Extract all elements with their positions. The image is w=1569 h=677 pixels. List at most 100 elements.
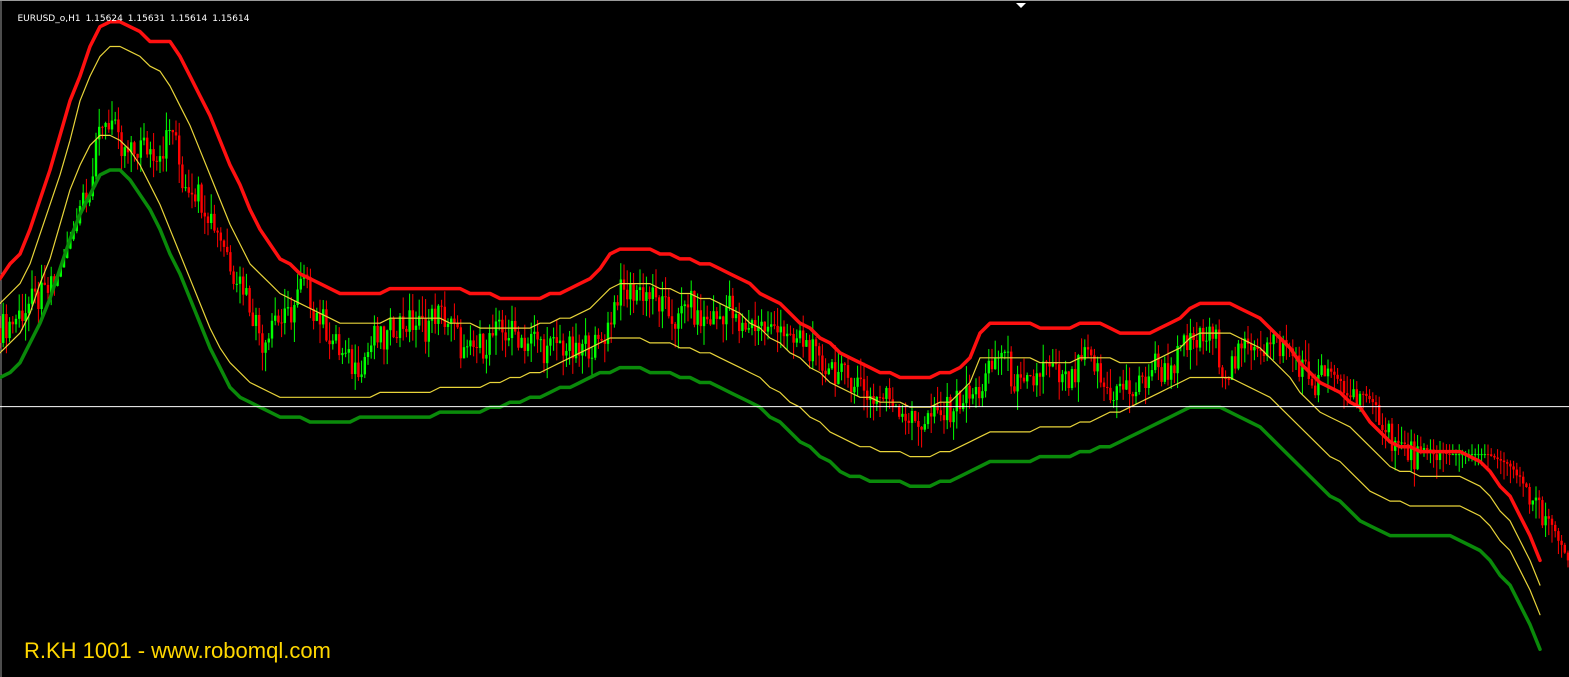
candle-body	[286, 307, 290, 309]
candle-body	[1240, 343, 1243, 349]
candle-body	[146, 137, 149, 155]
candle-body	[1141, 375, 1144, 377]
candle-body	[1198, 327, 1202, 348]
candle-body	[1195, 339, 1198, 348]
candle-body	[1502, 460, 1506, 463]
candle-body	[926, 413, 930, 425]
candle-body	[1563, 544, 1566, 553]
candle-body	[261, 333, 264, 353]
price-chart[interactable]	[0, 0, 1569, 677]
candle-body	[315, 313, 318, 321]
candle-body	[1490, 454, 1493, 456]
candle-body	[530, 333, 533, 344]
candle-body	[1214, 329, 1218, 339]
candle-body	[709, 319, 712, 325]
candle-body	[1125, 380, 1128, 390]
candle-body	[1189, 333, 1192, 351]
candle-body	[1109, 387, 1112, 401]
candle-body	[1534, 497, 1538, 501]
candle-body	[613, 302, 616, 325]
candle-body	[482, 333, 485, 359]
candle-body	[766, 326, 770, 332]
candle-body	[1029, 375, 1032, 377]
candle-body	[245, 288, 248, 295]
candle-body	[546, 345, 549, 364]
candle-body	[1032, 376, 1035, 386]
candle-body	[1358, 393, 1362, 406]
candle-body	[811, 339, 814, 362]
candle-body	[370, 345, 373, 353]
candle-body	[1499, 459, 1502, 461]
candle-body	[1512, 466, 1515, 470]
candle-body	[664, 296, 667, 298]
candle-body	[1339, 378, 1342, 382]
candle-body	[981, 391, 984, 399]
candle-body	[155, 160, 158, 162]
candle-body	[1362, 393, 1365, 395]
candle-body	[843, 363, 846, 366]
candle-body	[350, 349, 354, 375]
candle-body	[1374, 402, 1378, 405]
candle-body	[1048, 362, 1051, 367]
candle-body	[1218, 329, 1221, 368]
candle-body	[1515, 469, 1518, 476]
candle-body	[955, 390, 958, 412]
chart-window[interactable]: EURUSD_o,H1 1.15624 1.15631 1.15614 1.15614 …	[0, 0, 1569, 677]
candle-body	[920, 426, 923, 430]
candle-body	[1384, 430, 1387, 433]
candle-body	[354, 362, 357, 375]
candle-body	[110, 120, 114, 130]
candle-body	[1067, 371, 1070, 389]
candle-body	[523, 337, 526, 351]
candle-body	[414, 325, 418, 331]
candle-body	[914, 410, 917, 422]
candle-body	[1528, 486, 1531, 505]
candle-body	[152, 149, 155, 161]
candle-body	[1403, 442, 1406, 445]
ohlc-open: 1.15624	[85, 14, 123, 24]
candle-body	[1237, 343, 1240, 369]
symbol-timeframe: EURUSD_o,H1	[17, 14, 81, 24]
candle-body	[210, 213, 213, 224]
candle-body	[1538, 497, 1541, 501]
candle-body	[1272, 334, 1275, 345]
candle-body	[443, 306, 446, 327]
candle-body	[27, 303, 30, 314]
candle-body	[987, 360, 990, 374]
candle-body	[242, 276, 245, 295]
candle-body	[226, 246, 229, 253]
candle-body	[1355, 389, 1358, 406]
candle-body	[1352, 389, 1355, 398]
candle-body	[258, 314, 261, 334]
candle-body	[1480, 454, 1483, 456]
candle-body	[1326, 368, 1330, 377]
candle-body	[674, 323, 677, 329]
candle-body	[763, 321, 766, 332]
candle-body	[565, 350, 568, 356]
candle-body	[741, 322, 744, 332]
candle-body	[1173, 365, 1176, 374]
candle-body	[1550, 518, 1554, 525]
candle-body	[1451, 454, 1454, 456]
candle-body	[325, 309, 328, 341]
candle-body	[264, 342, 267, 353]
candle-body	[475, 346, 478, 348]
candle-body	[1483, 454, 1486, 456]
candle-body	[1070, 369, 1074, 389]
candle-body	[1202, 327, 1205, 342]
candle-body	[373, 325, 376, 346]
candle-body	[232, 271, 235, 284]
candle-body	[616, 302, 619, 306]
candle-body	[776, 325, 779, 333]
candle-body	[923, 424, 926, 430]
candle-body	[1506, 462, 1509, 464]
candle-body	[142, 137, 146, 141]
candle-body	[392, 317, 395, 338]
candle-body	[1410, 441, 1413, 461]
candle-body	[562, 340, 565, 356]
candle-body	[1234, 356, 1237, 369]
candle-body	[1170, 365, 1173, 380]
candle-body	[1509, 463, 1512, 467]
candle-body	[536, 331, 539, 340]
candle-body	[206, 216, 210, 224]
